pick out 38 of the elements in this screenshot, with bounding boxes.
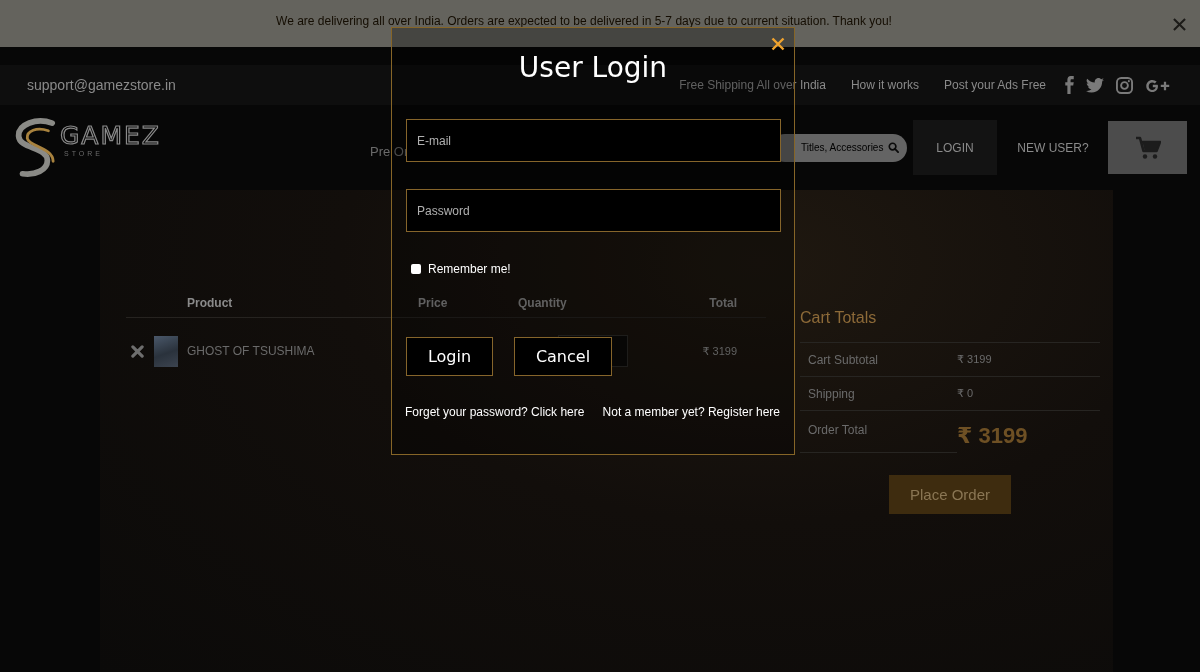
register-link[interactable]: Not a member yet? Register here [602,405,780,419]
top-nav-link[interactable]: Post your Ads Free [943,78,1046,92]
column-header: Quantity [518,296,568,310]
total-value: ₹ 0 [957,387,974,400]
g-plus-icon[interactable] [1145,77,1170,93]
search-icon[interactable] [888,141,899,153]
total-value: ₹ 3199 [957,353,992,366]
game-cover-placeholder [154,335,178,367]
total-label: Order Total [800,411,957,453]
remember-label[interactable]: Remember me! [428,262,511,276]
bird-icon[interactable] [1086,77,1104,93]
cart-icon [1134,135,1161,160]
login-button[interactable]: Login [406,337,493,376]
top-nav-link[interactable]: How it works [850,78,919,92]
forgot-password-link[interactable]: Forget your password? Click here [405,405,585,419]
support-email: support@gamezstore.in [27,77,176,93]
f-logo-icon[interactable] [1065,76,1074,94]
logo-wordmark[interactable]: GAMEZ [60,121,161,150]
camera-icon[interactable] [1116,76,1133,94]
row-total: ₹ 3199 [701,344,738,358]
close-icon[interactable] [771,37,785,51]
login-button[interactable]: LOGIN [913,120,997,175]
column-header: Product [187,296,234,310]
column-header: Price [418,296,449,310]
total-value: ₹ 3199 [957,423,1028,449]
signup-button[interactable]: NEW USER? [1001,120,1105,175]
email-field[interactable]: E-mail [406,119,781,162]
dialog-title: User Login [518,50,668,86]
section-title: Cart Totals [800,308,878,328]
total-label: Cart Subtotal [807,352,880,367]
total-label: Shipping [807,386,856,401]
password-field[interactable]: Password [406,189,781,232]
remove-icon[interactable] [131,344,144,358]
notice-message: We are delivering all over India. Orders are expected to be delivered in 5-7 days due to current situation. Thank you! [276,13,892,28]
column-header: Total [708,296,738,310]
place-order-button[interactable]: Place Order [889,475,1011,514]
remember-checkbox[interactable] [411,264,421,274]
cancel-button[interactable]: Cancel [514,337,612,376]
